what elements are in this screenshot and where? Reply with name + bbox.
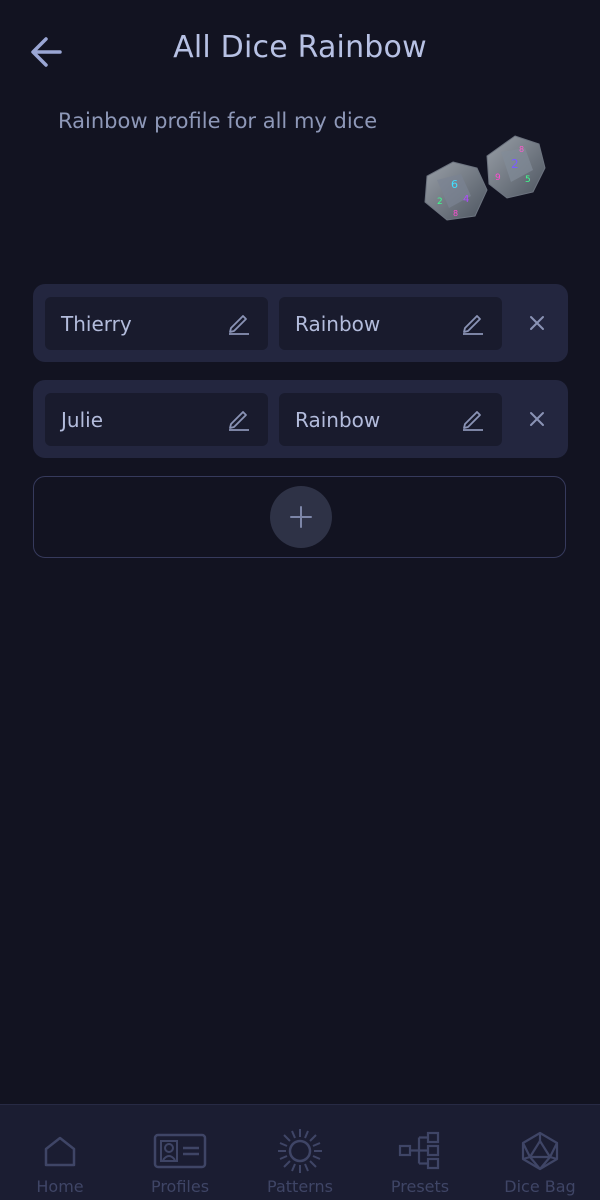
profile-detail-screen: All Dice Rainbow Rainbow profile for all… <box>0 0 600 1200</box>
svg-text:4: 4 <box>463 194 469 205</box>
hierarchy-icon <box>398 1131 440 1170</box>
die-select-chip[interactable]: Julie <box>45 393 268 446</box>
nav-patterns[interactable]: Patterns <box>240 1105 360 1200</box>
home-icon <box>44 1136 76 1167</box>
pencil-icon[interactable] <box>460 406 486 432</box>
dice-illustration: 6 4 2 8 2 5 9 8 <box>424 135 546 221</box>
nav-profiles[interactable]: Profiles <box>120 1105 240 1200</box>
svg-text:5: 5 <box>525 175 531 185</box>
profile-select-chip[interactable]: Rainbow <box>279 393 502 446</box>
svg-text:9: 9 <box>495 173 501 183</box>
nav-home[interactable]: Home <box>0 1105 120 1200</box>
svg-text:6: 6 <box>451 178 458 191</box>
bottom-nav: Home Profiles Patterns Presets Dice Bag <box>0 1104 600 1200</box>
die-name-label: Thierry <box>61 312 132 336</box>
nav-presets[interactable]: Presets <box>360 1105 480 1200</box>
header: All Dice Rainbow <box>0 0 600 105</box>
svg-text:2: 2 <box>511 157 519 171</box>
profile-name-label: Rainbow <box>295 408 381 432</box>
die-name-label: Julie <box>61 408 103 432</box>
nav-label: Presets <box>390 1177 450 1196</box>
nav-label: Dice Bag <box>504 1177 576 1196</box>
remove-rule-button[interactable] <box>524 310 550 336</box>
remove-rule-button[interactable] <box>524 406 550 432</box>
id-card-icon <box>153 1133 207 1169</box>
nav-label: Patterns <box>267 1177 333 1196</box>
rule-row: Julie Rainbow <box>33 380 568 458</box>
close-icon <box>530 316 544 330</box>
svg-text:8: 8 <box>453 209 458 218</box>
profile-name-label: Rainbow <box>295 312 381 336</box>
add-rule-panel <box>33 476 566 558</box>
profile-description: Rainbow profile for all my dice <box>58 109 378 133</box>
svg-text:2: 2 <box>437 197 443 207</box>
pencil-icon[interactable] <box>226 406 252 432</box>
plus-icon <box>290 506 312 528</box>
close-icon <box>530 412 544 426</box>
rule-row: Thierry Rainbow <box>33 284 568 362</box>
sun-burst-icon <box>278 1129 322 1173</box>
svg-text:8: 8 <box>519 145 524 154</box>
add-rule-button[interactable] <box>270 486 332 548</box>
nav-label: Profiles <box>150 1177 210 1196</box>
nav-label: Home <box>36 1177 84 1196</box>
profile-select-chip[interactable]: Rainbow <box>279 297 502 350</box>
nav-dice-bag[interactable]: Dice Bag <box>480 1105 600 1200</box>
page-title: All Dice Rainbow <box>173 30 427 65</box>
d20-die-right: 2 5 9 8 <box>486 135 546 199</box>
pencil-icon[interactable] <box>460 310 486 336</box>
d20-die-left: 6 4 2 8 <box>424 161 488 221</box>
pencil-icon[interactable] <box>226 310 252 336</box>
die-select-chip[interactable]: Thierry <box>45 297 268 350</box>
d20-icon <box>521 1131 559 1171</box>
